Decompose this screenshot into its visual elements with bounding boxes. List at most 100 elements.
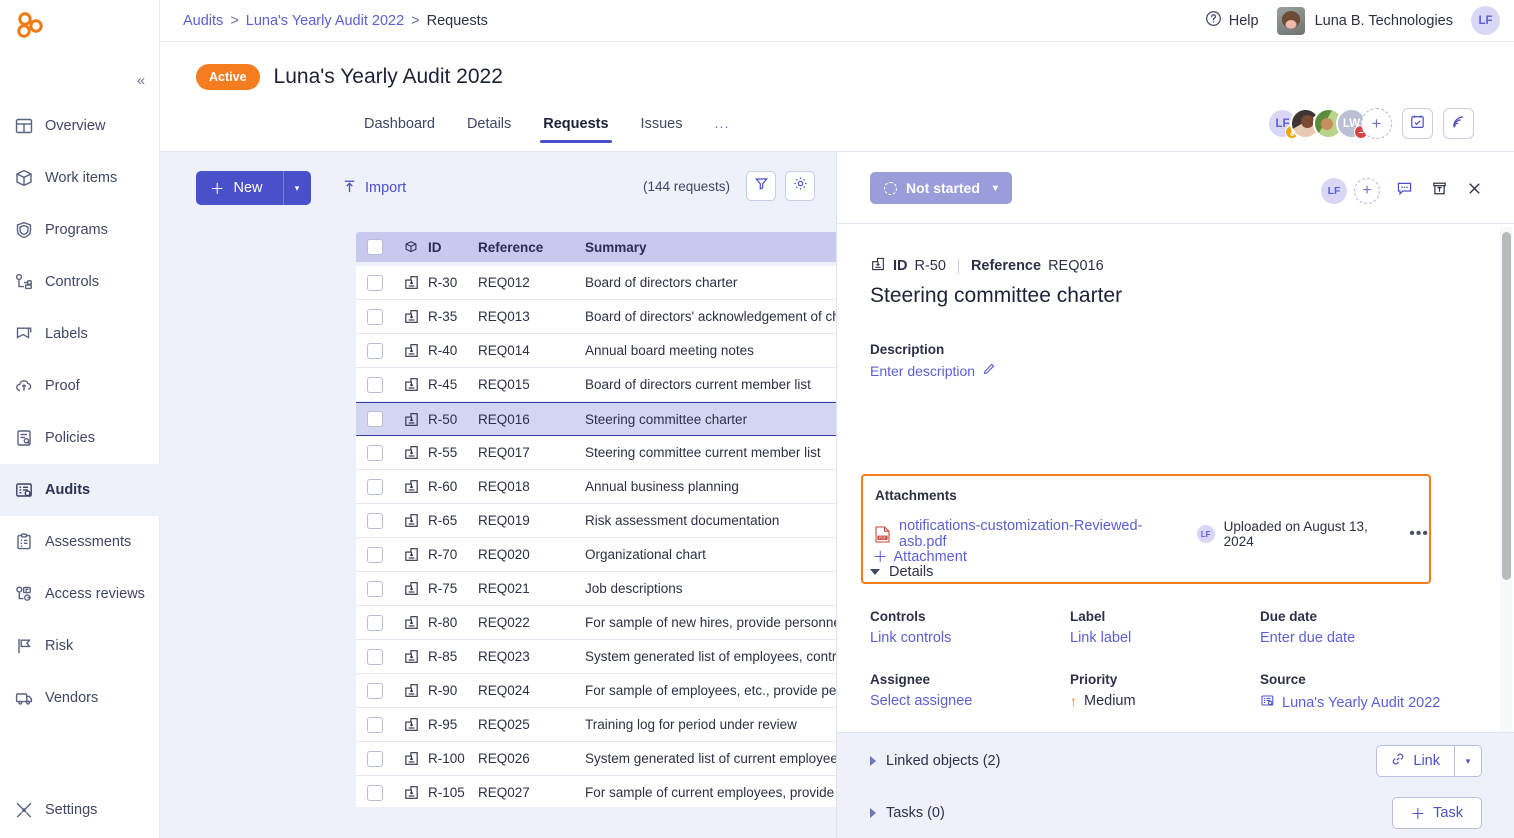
field-value[interactable]: Link controls [870,630,1070,646]
comment-button[interactable] [1393,180,1415,202]
cell-reference: REQ024 [478,683,530,698]
status-label: Not started [906,180,980,196]
sidebar-item-access-reviews[interactable]: Access reviews [0,568,160,620]
user-avatar[interactable]: LF [1471,6,1500,35]
request-type-icon [870,256,886,276]
request-type-icon [394,648,428,665]
field-controls: Controls Link controls [870,609,1070,646]
breadcrumb-item-audits[interactable]: Audits [183,13,223,29]
tab-requests[interactable]: Requests [527,116,624,143]
sidebar-item-programs[interactable]: Programs [0,204,160,256]
breadcrumb-item-audit[interactable]: Luna's Yearly Audit 2022 [246,13,404,29]
field-value[interactable]: Link label [1070,630,1260,646]
column-header-id[interactable]: ID [428,240,478,255]
filter-button[interactable] [746,171,776,201]
sidebar-collapse-icon[interactable]: « [132,72,150,90]
row-checkbox[interactable] [367,682,383,699]
add-task-button[interactable]: ＋ Task [1391,797,1482,829]
row-checkbox[interactable] [367,546,383,563]
field-value[interactable]: Select assignee [870,693,1070,709]
table-settings-button[interactable] [785,171,815,201]
new-button-label: New [233,180,263,196]
tab-more[interactable]: ... [698,116,745,143]
field-label: Controls [870,609,926,624]
sidebar-item-overview[interactable]: Overview [0,100,160,152]
description-placeholder: Enter description [870,362,976,379]
add-member-button[interactable]: + [1361,108,1392,139]
archive-button[interactable] [1428,180,1450,202]
tab-issues[interactable]: Issues [625,116,699,143]
vertical-scrollbar-thumb[interactable] [1502,232,1511,580]
sidebar-item-controls[interactable]: Controls [0,256,160,308]
calendar-check-button[interactable] [1402,108,1433,139]
row-checkbox[interactable] [367,308,383,325]
sidebar-item-risk[interactable]: Risk [0,620,160,672]
field-value-wrapper[interactable]: Luna's Yearly Audit 2022 [1260,693,1470,712]
tab-details[interactable]: Details [451,116,527,143]
status-dropdown-button[interactable]: Not started ▾ [870,172,1012,204]
add-task-label: Task [1433,805,1463,821]
row-checkbox[interactable] [367,784,383,801]
organization-avatar [1276,6,1305,35]
sidebar-item-policies[interactable]: Policies [0,412,160,464]
row-checkbox[interactable] [367,750,383,767]
request-count: (144 requests) [642,179,730,194]
close-panel-button[interactable] [1463,180,1485,202]
sidebar-item-label: Proof [45,378,80,394]
row-checkbox[interactable] [367,614,383,631]
row-checkbox[interactable] [367,444,383,461]
tasks-toggle[interactable]: Tasks (0) [870,805,945,821]
row-checkbox[interactable] [367,648,383,665]
row-select-cell [356,682,394,699]
request-type-icon [394,580,428,597]
description-edit-link[interactable]: Enter description [870,362,996,379]
detail-assignee-avatar[interactable]: LF [1321,178,1347,204]
sidebar-item-vendors[interactable]: Vendors [0,672,160,724]
attachment-more-options-button[interactable]: ••• [1409,526,1429,542]
overview-icon [14,116,34,136]
details-section-toggle[interactable]: Details [870,564,933,580]
status-badge[interactable]: Active [196,64,260,90]
sidebar-item-labels[interactable]: Labels [0,308,160,360]
sidebar-item-audits[interactable]: Audits [0,464,160,516]
new-button[interactable]: ＋ New [196,171,283,205]
field-value[interactable]: Enter due date [1260,630,1470,646]
rss-feed-button[interactable] [1443,108,1474,139]
row-select-cell [356,274,394,291]
row-select-cell [356,750,394,767]
select-all-checkbox[interactable] [367,239,383,255]
link-dropdown-button[interactable]: ▾ [1454,745,1482,777]
row-checkbox[interactable] [367,411,383,427]
company-logo[interactable] [12,10,46,40]
row-checkbox[interactable] [367,580,383,597]
link-button[interactable]: Link [1376,745,1454,777]
help-label: Help [1228,12,1259,29]
request-type-icon [394,444,428,461]
row-select-cell [356,342,394,359]
row-checkbox[interactable] [367,716,383,733]
tab-dashboard[interactable]: Dashboard [348,116,451,143]
column-header-reference[interactable]: Reference [478,240,585,255]
linked-objects-toggle[interactable]: Linked objects (2) [870,753,1000,769]
row-checkbox[interactable] [367,274,383,291]
row-checkbox[interactable] [367,478,383,495]
sidebar-item-assessments[interactable]: Assessments [0,516,160,568]
field-value-wrapper[interactable]: ↑ Medium [1070,693,1260,709]
import-button[interactable]: Import [342,171,406,205]
sidebar-item-proof[interactable]: Proof [0,360,160,412]
organization-chip[interactable]: Luna B. Technologies [1276,6,1453,35]
details-section-label: Details [889,564,934,580]
sidebar-item-work-items[interactable]: Work items [0,152,160,204]
attachment-uploader-avatar[interactable]: LF [1196,525,1215,543]
row-checkbox[interactable] [367,342,383,359]
detail-add-assignee-button[interactable]: + [1354,178,1380,204]
question-circle-icon [1205,10,1222,31]
row-checkbox[interactable] [367,376,383,393]
sidebar-item-settings[interactable]: Settings [0,790,160,830]
row-checkbox[interactable] [367,512,383,529]
new-dropdown-button[interactable]: ▾ [282,171,311,205]
help-button[interactable]: Help [1205,10,1259,31]
close-icon [1466,180,1483,202]
field-value: Luna's Yearly Audit 2022 [1282,694,1441,711]
request-type-icon [394,716,428,733]
